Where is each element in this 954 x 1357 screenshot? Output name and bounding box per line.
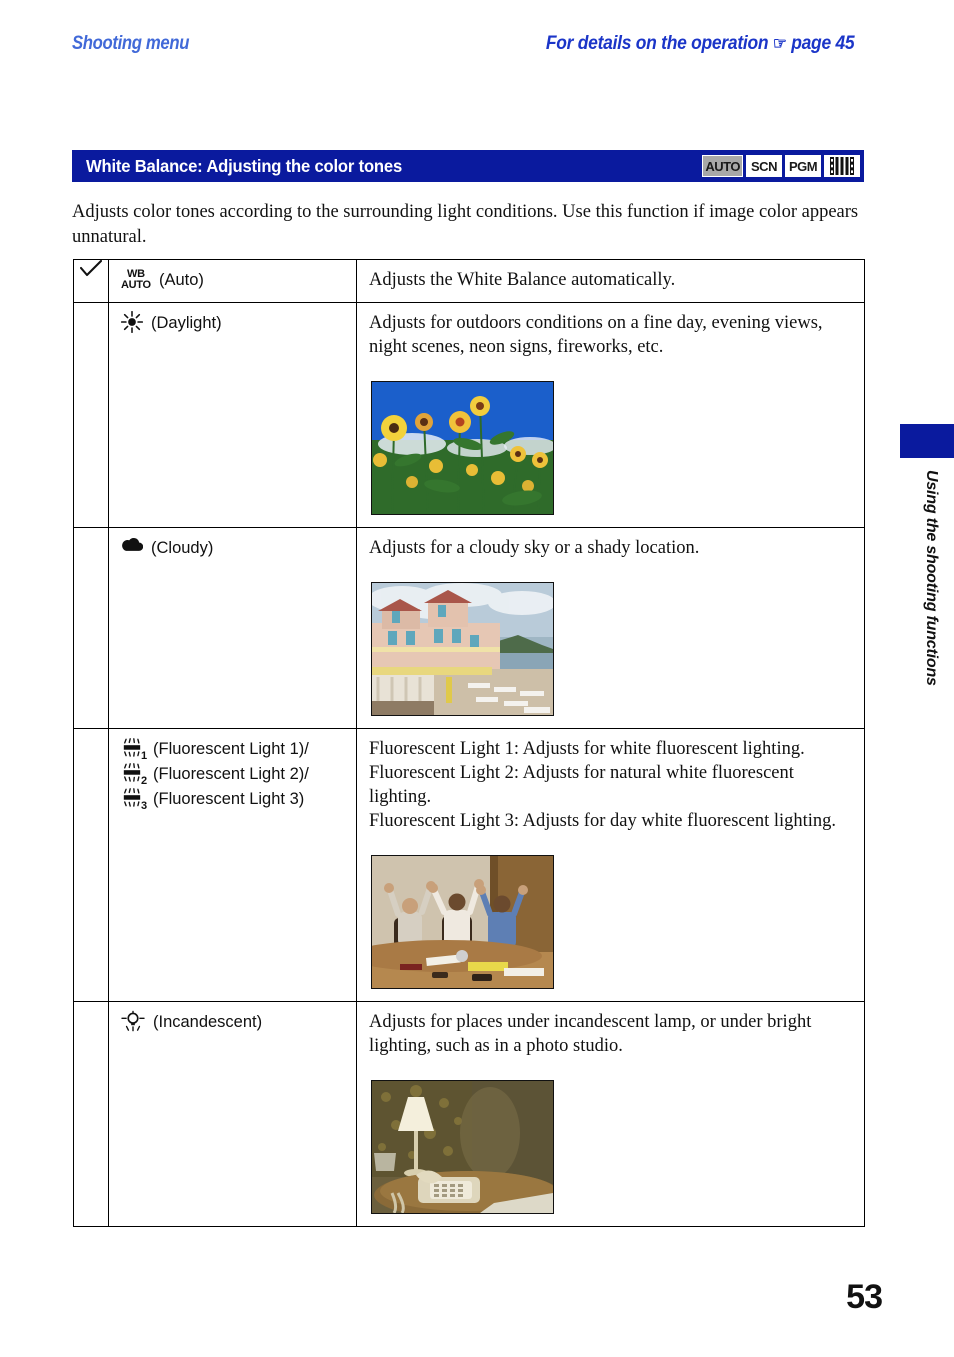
default-setting-cell — [73, 527, 109, 729]
option-description: Adjusts the White Balance automatically. — [369, 270, 676, 290]
option-label: (Fluorescent Light 3) — [153, 789, 305, 808]
default-setting-cell — [73, 728, 109, 1002]
running-head-reference: For details on the operation ☞ page 45 — [545, 33, 854, 55]
option-label: (Daylight) — [151, 313, 222, 332]
mode-pgm-icon: PGM — [785, 155, 821, 177]
sample-photo-daylight — [371, 381, 554, 515]
option-name-cell: (Incandescent) — [108, 1001, 357, 1227]
sample-photo-wrapper — [357, 369, 864, 527]
option-description-cell: Adjusts for outdoors conditions on a fin… — [356, 302, 865, 528]
option-description-cell: Adjusts the White Balance automatically. — [356, 259, 865, 303]
sample-photo-wrapper — [357, 570, 864, 728]
fluorescent-2-row: 2 (Fluorescent Light 2)/ — [121, 762, 346, 787]
checkmark-icon — [79, 259, 103, 277]
option-name-cell: (Cloudy) — [108, 527, 357, 729]
fluorescent-tube-2-icon — [121, 762, 143, 787]
default-setting-cell — [73, 302, 109, 528]
sample-photo-fluorescent — [371, 855, 554, 989]
fluorescent-1-row: 1 (Fluorescent Light 1)/ — [121, 737, 346, 762]
reference-text: For details on the operation — [545, 33, 768, 54]
mode-auto-icon: AUTO — [702, 155, 743, 177]
white-balance-options-table: WB AUTO (Auto) Adjusts the White Balance… — [73, 259, 865, 1227]
option-description: Adjusts for places under incandescent la… — [369, 1012, 812, 1056]
fluorescent-3-subscript: 3 — [141, 800, 148, 812]
option-description-cell: Adjusts for a cloudy sky or a shady loca… — [356, 527, 865, 729]
option-label: (Auto) — [158, 270, 204, 289]
option-description: Adjusts for a cloudy sky or a shady loca… — [369, 538, 700, 558]
table-row: (Incandescent) Adjusts for places under … — [73, 1001, 865, 1227]
mode-scn-icon: SCN — [746, 155, 782, 177]
fluorescent-tube-3-icon — [121, 787, 143, 812]
option-description: Fluorescent Light 1: Adjusts for white f… — [369, 739, 837, 831]
fluorescent-3-row: 3 (Fluorescent Light 3) — [121, 787, 346, 812]
option-description-cell: Adjusts for places under incandescent la… — [356, 1001, 865, 1227]
fluorescent-2-subscript: 2 — [141, 775, 148, 787]
default-setting-cell — [73, 259, 109, 303]
option-label: (Incandescent) — [153, 1012, 263, 1031]
wb-auto-icon: WB AUTO — [121, 268, 151, 291]
chapter-tab-label: Using the shooting functions — [923, 470, 940, 686]
sample-photo-cloudy — [371, 582, 554, 716]
sample-photo-wrapper — [357, 843, 864, 1001]
option-label: (Cloudy) — [151, 538, 214, 557]
option-description-cell: Fluorescent Light 1: Adjusts for white f… — [356, 728, 865, 1002]
chapter-tab-marker — [900, 424, 954, 458]
pointing-hand-icon: ☞ — [772, 34, 787, 53]
page-header: Shooting menu For details on the operati… — [0, 33, 954, 67]
mode-icon-group: AUTO SCN PGM — [702, 155, 860, 177]
option-description: Adjusts for outdoors conditions on a fin… — [369, 313, 823, 357]
reference-page: page 45 — [790, 33, 854, 54]
table-row: (Cloudy) Adjusts for a cloudy sky or a s… — [73, 527, 865, 729]
sample-photo-wrapper — [357, 1068, 864, 1226]
option-label: (Fluorescent Light 1)/ — [153, 739, 309, 758]
default-setting-cell — [73, 1001, 109, 1227]
page-title: White Balance: Adjusting the color tones — [86, 155, 403, 176]
page-number: 53 — [846, 1278, 883, 1316]
fluorescent-1-subscript: 1 — [141, 750, 148, 762]
table-row: WB AUTO (Auto) Adjusts the White Balance… — [73, 259, 865, 303]
option-label: (Fluorescent Light 2)/ — [153, 764, 309, 783]
mode-movie-film-icon — [824, 155, 860, 177]
cloud-cloudy-icon — [121, 536, 144, 559]
table-row: (Daylight) Adjusts for outdoors conditio… — [73, 302, 865, 528]
intro-paragraph: Adjusts color tones according to the sur… — [72, 202, 859, 247]
table-row: 1 (Fluorescent Light 1)/ 2 (Fluorescent … — [73, 728, 865, 1002]
fluorescent-tube-1-icon — [121, 737, 143, 762]
sample-photo-incandescent — [371, 1080, 554, 1214]
option-name-cell: (Daylight) — [108, 302, 357, 528]
option-name-cell: WB AUTO (Auto) — [108, 259, 357, 303]
option-name-cell: 1 (Fluorescent Light 1)/ 2 (Fluorescent … — [108, 728, 357, 1002]
incandescent-bulb-icon — [121, 1010, 145, 1037]
running-head-section: Shooting menu — [72, 33, 190, 54]
sun-daylight-icon — [120, 310, 144, 338]
section-title-bar: White Balance: Adjusting the color tones… — [72, 150, 864, 182]
